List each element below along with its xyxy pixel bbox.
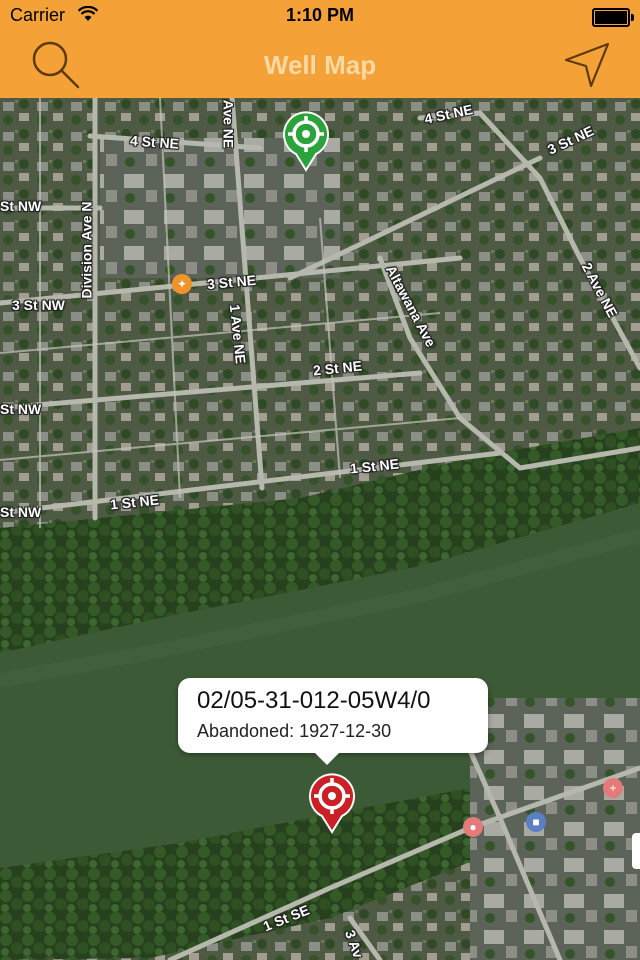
battery-icon (592, 8, 634, 27)
status-bar: Carrier 1:10 PM (0, 0, 640, 32)
street-label-4st-ne-a: 4 St NE (129, 132, 180, 152)
satellite-map[interactable]: 4 St NE 4 St NE 3 St NE 3 St NE 3 St NW … (0, 98, 640, 960)
clock: 1:10 PM (285, 5, 355, 25)
edge-handle[interactable] (632, 833, 640, 869)
well-status-label: Abandoned: 1927-12-30 (197, 721, 392, 741)
well-pin-green[interactable] (282, 110, 330, 172)
locate-me-button[interactable] (558, 38, 614, 90)
top-bar: Carrier 1:10 PM Well Map (0, 0, 640, 98)
street-label-st-nw-a: St NW (0, 198, 42, 214)
nav-title: Well Map (263, 50, 377, 80)
dentist-icon[interactable]: ● (463, 817, 483, 837)
landmark-icon[interactable]: ■ (526, 812, 546, 832)
street-label-st-nw-b: St NW (0, 401, 42, 417)
location-arrow-icon (558, 42, 614, 94)
street-label-3st-nw: 3 St NW (12, 297, 65, 313)
street-label-division-ave: Division Ave N (78, 201, 95, 299)
restaurant-icon[interactable]: ✦ (172, 274, 192, 294)
well-id-label: 02/05-31-012-05W4/0 (197, 687, 431, 714)
well-pin-red[interactable] (308, 772, 356, 834)
street-label-ave-ne-top: Ave NE (220, 99, 237, 149)
hospital-icon[interactable]: + (603, 778, 623, 798)
well-callout[interactable]: 02/05-31-012-05W4/0 Abandoned: 1927-12-3… (178, 678, 488, 765)
street-label-st-nw-c: St NW (0, 504, 42, 520)
